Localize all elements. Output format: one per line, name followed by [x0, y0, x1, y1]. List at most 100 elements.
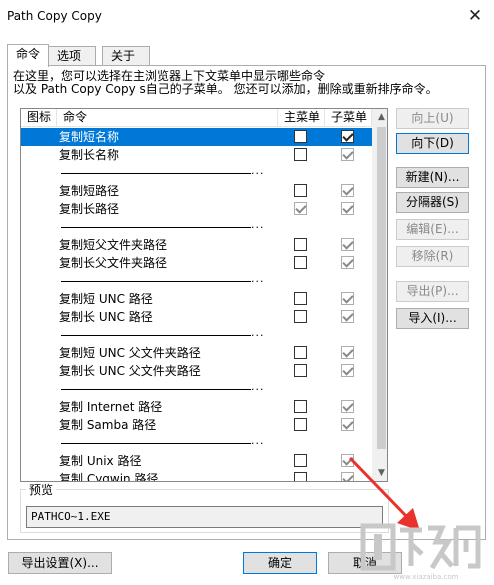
header-main-menu[interactable]: 主菜单	[278, 109, 325, 127]
command-row[interactable]: 复制短父文件夹路径	[21, 236, 372, 254]
edit-command-button[interactable]: 编辑(E)...	[396, 219, 469, 240]
command-row[interactable]: 复制短路径	[21, 182, 372, 200]
main-menu-checkbox[interactable]	[294, 148, 307, 161]
main-menu-checkbox[interactable]	[294, 238, 307, 251]
main-menu-checkbox[interactable]	[294, 184, 307, 197]
command-row[interactable]: 复制长 UNC 父文件夹路径	[21, 362, 372, 380]
tab-about[interactable]: 关于	[102, 46, 150, 66]
submenu-checkbox[interactable]	[341, 418, 354, 431]
header-command[interactable]: 命令	[57, 109, 278, 127]
main-menu-checkbox[interactable]	[294, 364, 307, 377]
title-bar: Path Copy Copy ✕	[0, 0, 494, 32]
export-settings-button[interactable]: 导出设置(X)...	[8, 552, 112, 574]
close-icon[interactable]: ✕	[458, 2, 492, 30]
main-menu-checkbox[interactable]	[294, 292, 307, 305]
separator-dots: ...	[251, 326, 265, 339]
command-label: 复制短 UNC 路径	[59, 292, 153, 306]
command-label: 复制 Internet 路径	[59, 400, 163, 414]
command-row[interactable]: 复制 Samba 路径	[21, 416, 372, 434]
submenu-checkbox[interactable]	[341, 184, 354, 197]
main-menu-checkbox[interactable]	[294, 130, 307, 143]
submenu-checkbox[interactable]	[341, 292, 354, 305]
main-menu-checkbox[interactable]	[294, 310, 307, 323]
intro-line-2: 以及 Path Copy Copy s自己的子菜单。 您还可以添加，删除或重新排…	[13, 82, 438, 96]
main-menu-checkbox[interactable]	[294, 472, 307, 481]
command-label: 复制短路径	[59, 184, 120, 198]
watermark-domain: www.xiazaiba.com	[394, 573, 459, 581]
command-row[interactable]: 复制长路径	[21, 200, 372, 218]
separator-line	[61, 173, 251, 174]
ok-button[interactable]: 确定	[243, 552, 317, 574]
main-menu-checkbox[interactable]	[294, 454, 307, 467]
move-up-button[interactable]: 向上(U)	[396, 108, 469, 129]
xiazaiba-watermark-logo: www.xiazaiba.com	[360, 523, 481, 581]
separator-row[interactable]: ...	[21, 380, 372, 398]
separator-row[interactable]: ...	[21, 164, 372, 182]
command-row[interactable]: 复制长 UNC 路径	[21, 308, 372, 326]
import-commands-button[interactable]: 导入(I)...	[396, 308, 469, 329]
list-scrollbar[interactable]: ▲ ▼	[372, 109, 387, 481]
command-row[interactable]: 复制长父文件夹路径	[21, 254, 372, 272]
submenu-checkbox[interactable]	[341, 346, 354, 359]
separator-dots: ...	[251, 272, 265, 285]
command-row[interactable]: 复制短 UNC 路径	[21, 290, 372, 308]
export-commands-button[interactable]: 导出(P)...	[396, 281, 469, 302]
command-label: 复制长父文件夹路径	[59, 256, 168, 270]
separator-line	[61, 227, 251, 228]
command-label: 复制短名称	[59, 130, 120, 144]
scroll-up-icon[interactable]: ▲	[373, 109, 387, 126]
separator-dots: ...	[251, 164, 265, 177]
command-row[interactable]: 复制短名称	[21, 128, 372, 146]
submenu-checkbox[interactable]	[341, 148, 354, 161]
header-icon[interactable]: 图标	[21, 109, 57, 127]
new-command-button[interactable]: 新建(N)...	[396, 167, 469, 188]
command-row[interactable]: 复制 Internet 路径	[21, 398, 372, 416]
window-title: Path Copy Copy	[7, 9, 102, 23]
separator-dots: ...	[251, 218, 265, 231]
submenu-checkbox[interactable]	[341, 202, 354, 215]
command-row[interactable]: 复制短 UNC 父文件夹路径	[21, 344, 372, 362]
preview-label: 预览	[26, 484, 57, 497]
command-label: 复制长 UNC 路径	[59, 310, 153, 324]
separator-line	[61, 335, 251, 336]
main-menu-checkbox[interactable]	[294, 256, 307, 269]
main-menu-checkbox[interactable]	[294, 400, 307, 413]
command-row[interactable]: 复制长名称	[21, 146, 372, 164]
submenu-checkbox[interactable]	[341, 256, 354, 269]
separator-line	[61, 443, 251, 444]
submenu-checkbox[interactable]	[341, 238, 354, 251]
main-menu-checkbox[interactable]	[294, 202, 307, 215]
command-label: 复制短 UNC 父文件夹路径	[59, 346, 201, 360]
move-down-button[interactable]: 向下(D)	[396, 133, 469, 154]
separator-row[interactable]: ...	[21, 218, 372, 236]
submenu-checkbox[interactable]	[341, 130, 354, 143]
intro-text: 在这里，您可以选择在主浏览器上下文菜单中显示哪些命令 以及 Path Copy …	[13, 70, 438, 96]
commands-list[interactable]: 图标 命令 主菜单 子菜单 复制短名称复制长名称... 复制短路径复制长路径...…	[20, 108, 388, 482]
submenu-checkbox[interactable]	[341, 400, 354, 413]
command-label: 复制长路径	[59, 202, 120, 216]
main-menu-checkbox[interactable]	[294, 418, 307, 431]
main-menu-checkbox[interactable]	[294, 346, 307, 359]
command-label: 复制长名称	[59, 148, 120, 162]
separator-row[interactable]: ...	[21, 272, 372, 290]
separator-line	[61, 389, 251, 390]
submenu-checkbox[interactable]	[341, 454, 354, 467]
scroll-thumb[interactable]	[377, 127, 386, 449]
header-submenu[interactable]: 子菜单	[325, 109, 372, 127]
scroll-down-icon[interactable]: ▼	[373, 465, 387, 481]
remove-command-button[interactable]: 移除(R)	[396, 246, 469, 267]
submenu-checkbox[interactable]	[341, 364, 354, 377]
submenu-checkbox[interactable]	[341, 310, 354, 323]
separator-row[interactable]: ...	[21, 434, 372, 452]
command-label: 复制 Samba 路径	[59, 418, 157, 432]
separator-row[interactable]: ...	[21, 326, 372, 344]
submenu-checkbox[interactable]	[341, 472, 354, 481]
command-row[interactable]: 复制 Cygwin 路径	[21, 470, 372, 481]
tab-commands[interactable]: 命令	[7, 44, 49, 67]
separator-dots: ...	[251, 380, 265, 393]
preview-field: PATHCO~1.EXE	[26, 506, 383, 528]
command-label: 复制短父文件夹路径	[59, 238, 168, 252]
add-separator-button[interactable]: 分隔器(S)	[396, 192, 469, 213]
command-row[interactable]: 复制 Unix 路径	[21, 452, 372, 470]
tab-options[interactable]: 选项	[48, 46, 96, 66]
